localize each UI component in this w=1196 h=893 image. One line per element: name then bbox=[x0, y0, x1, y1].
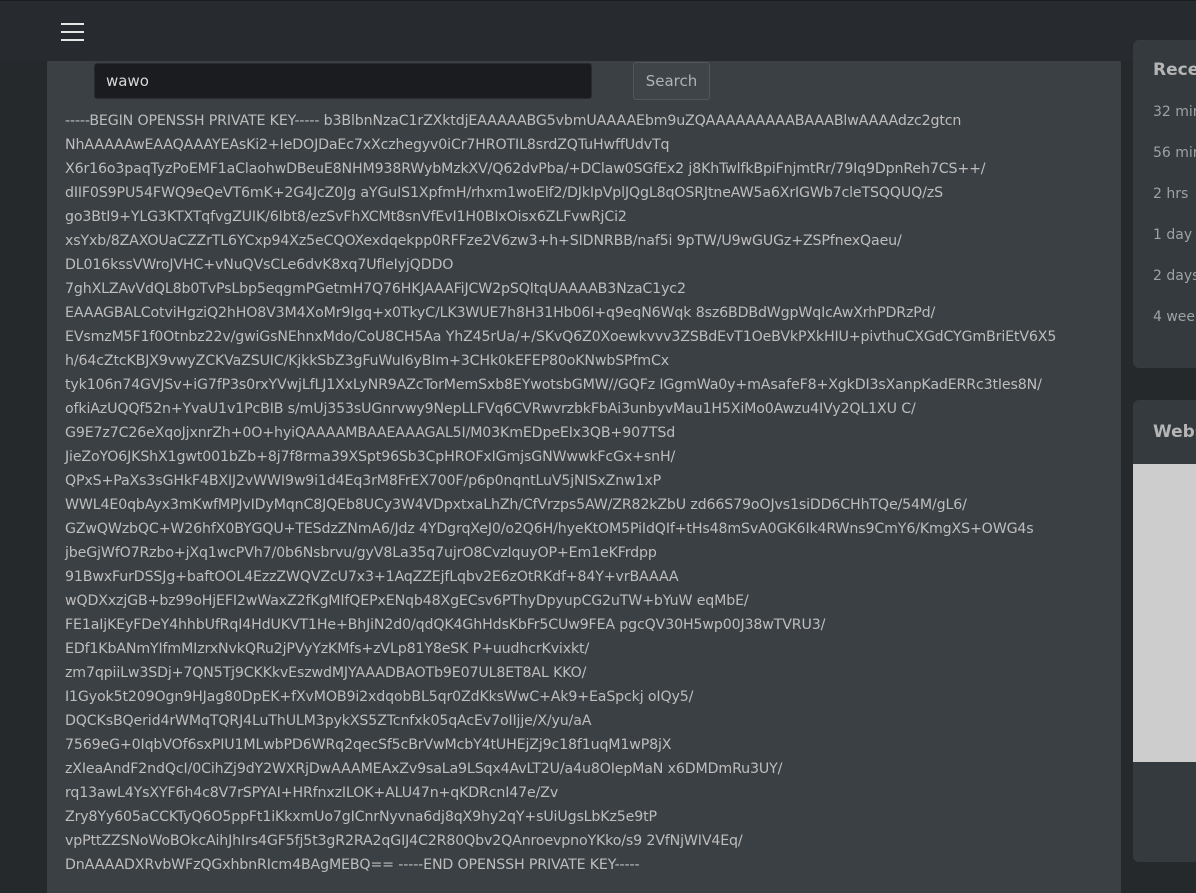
recent-item[interactable]: 56 min bbox=[1153, 145, 1196, 161]
recent-card: Recent 32 min 56 min 2 hrs 1 day 2 days … bbox=[1133, 40, 1196, 368]
key-text-line: QPxS+PaXs3sGHkF4BXIJ2vWWI9w9i1d4Eq3rM8Fr… bbox=[65, 473, 662, 489]
search-button[interactable]: Search bbox=[633, 62, 710, 100]
key-text-line: G9E7z7C26eXqoJjxnrZh+0O+hyiQAAAAMBAAEAAA… bbox=[65, 425, 676, 441]
key-text-line: EVsmzM5F1f0Otnbz22v/gwiGsNEhnxMdo/CoU8CH… bbox=[65, 329, 1057, 345]
search-input[interactable] bbox=[94, 63, 592, 99]
key-text-line: h/64cZtcKBJX9vwyZCKVaZSUIC/KjkkSbZ3gFuWu… bbox=[65, 353, 669, 369]
key-text-line: DnAAAADXRvbWFzQGxhbnRIcm4BAgMEBQ== -----… bbox=[65, 857, 640, 873]
key-text-line: DQCKsBQerid4rWMqTQRJ4LuThULM3pykXS5ZTcnf… bbox=[65, 713, 592, 729]
key-text-line: go3BtI9+YLG3KTXTqfvgZUIK/6Ibt8/ezSvFhXCM… bbox=[65, 209, 627, 225]
recent-card-title: Recent bbox=[1153, 60, 1196, 80]
key-text-line: jbeGjWfO7Rzbo+jXq1wcPVh7/0b6Nsbrvu/gyV8L… bbox=[65, 545, 657, 561]
key-text-line: GZwQWzbQC+W26hfX0BYGQU+TESdzZNmA6/Jdz 4Y… bbox=[65, 521, 1034, 537]
key-text-line: DL016kssVWroJVHC+vNuQVsCLe6dvK8xq7UfleIy… bbox=[65, 257, 454, 273]
hamburger-menu-icon[interactable] bbox=[61, 21, 85, 43]
key-text-line: ofkiAzUQQf52n+YvaU1v1PcBIB s/mUj353sUGnr… bbox=[65, 401, 916, 417]
key-text-line: rq13awL4YsXYF6h4c8V7rSPYAI+HRfnxzILOK+AL… bbox=[65, 785, 559, 801]
key-text-line: I1Gyok5t209Ogn9HJag80DpEK+fXvMOB9i2xdqob… bbox=[65, 689, 694, 705]
key-text-line: 7569eG+0IqbVOf6sxPIU1MLwbPD6WRq2qecSf5cB… bbox=[65, 737, 672, 753]
key-text-line: WWL4E0qbAyx3mKwfMPJvIDyMqnC8JQEb8UCy3W4V… bbox=[65, 497, 967, 513]
website-preview-image bbox=[1133, 464, 1196, 762]
key-text-line: FE1aIjKEyFDeY4hhbUfRqI4HdUKVT1He+BhJiN2d… bbox=[65, 617, 826, 633]
menu-bar bbox=[61, 39, 84, 41]
website-card-title: Website bbox=[1153, 422, 1196, 442]
key-text-line: EAAAGBALCotviHgziQ2hHO8V3M4XoMr9Igq+x0Tk… bbox=[65, 305, 936, 321]
key-text-line: Zry8Yy605aCCKTyQ6O5ppFt1iKkxmUo7gICnrNyv… bbox=[65, 809, 657, 825]
key-text-line: vpPttZZSNoWoBOkcAihJhIrs4GF5fj5t3gR2RA2q… bbox=[65, 833, 743, 849]
recent-item[interactable]: 4 weeks bbox=[1153, 309, 1196, 325]
key-text-line: JieZoYO6JKShX1gwt001bZb+8j7f8rma39XSpt96… bbox=[65, 449, 676, 465]
website-card: Website bbox=[1133, 400, 1196, 862]
key-text-line: zm7qpiiLw3SDj+7QN5Tj9CKKkvEszwdMJYAAADBA… bbox=[65, 665, 587, 681]
key-text-line: 91BwxFurDSSJg+baftOOL4EzzZWQVZcU7x3+1AqZ… bbox=[65, 569, 679, 585]
key-text-line: NhAAAAAwEAAQAAAYEAsKi2+IeDOJDaEc7xXczheg… bbox=[65, 137, 670, 153]
key-text-line: wQDXxzjGB+bz99oHjEFI2wWaxZ2fKgMIfQEPxENq… bbox=[65, 593, 749, 609]
recent-item[interactable]: 1 day bbox=[1153, 227, 1192, 243]
recent-item[interactable]: 2 hrs bbox=[1153, 186, 1188, 202]
key-text-line: dIIF0S9PU54FWQ9eQeVT6mK+2G4JcZ0Jg aYGuIS… bbox=[65, 185, 943, 201]
private-key-result-text: -----BEGIN OPENSSH PRIVATE KEY----- b3Bl… bbox=[65, 109, 1115, 877]
key-text-line: X6r16o3paqTyzPoEMF1aClaohwDBeuE8NHM938RW… bbox=[65, 161, 986, 177]
main-content-panel: Search -----BEGIN OPENSSH PRIVATE KEY---… bbox=[47, 61, 1121, 893]
key-text-line: EDf1KbANmYIfmMIzrxNvkQRu2jPVyYzKMfs+zVLp… bbox=[65, 641, 590, 657]
key-text-line: zXIeaAndF2ndQcI/0CihZj9dY2WXRjDwAAAMEAxZ… bbox=[65, 761, 783, 777]
key-text-line: xsYxb/8ZAXOUaCZZrTL6YCxp94Xz5eCQOXexdqek… bbox=[65, 233, 902, 249]
top-navbar bbox=[0, 0, 1196, 61]
recent-item[interactable]: 2 days bbox=[1153, 268, 1196, 284]
key-text-line: -----BEGIN OPENSSH PRIVATE KEY----- b3Bl… bbox=[65, 113, 962, 129]
menu-bar bbox=[61, 31, 84, 33]
key-text-line: tyk106n74GVJSv+iG7fP3s0rxYVwjLfLJ1XxLyNR… bbox=[65, 377, 1042, 393]
key-text-line: 7ghXLZAvVdQL8b0TvPsLbp5eqgmPGetmH7Q76HKJ… bbox=[65, 281, 686, 297]
menu-bar bbox=[61, 23, 84, 25]
recent-item[interactable]: 32 min bbox=[1153, 104, 1196, 120]
